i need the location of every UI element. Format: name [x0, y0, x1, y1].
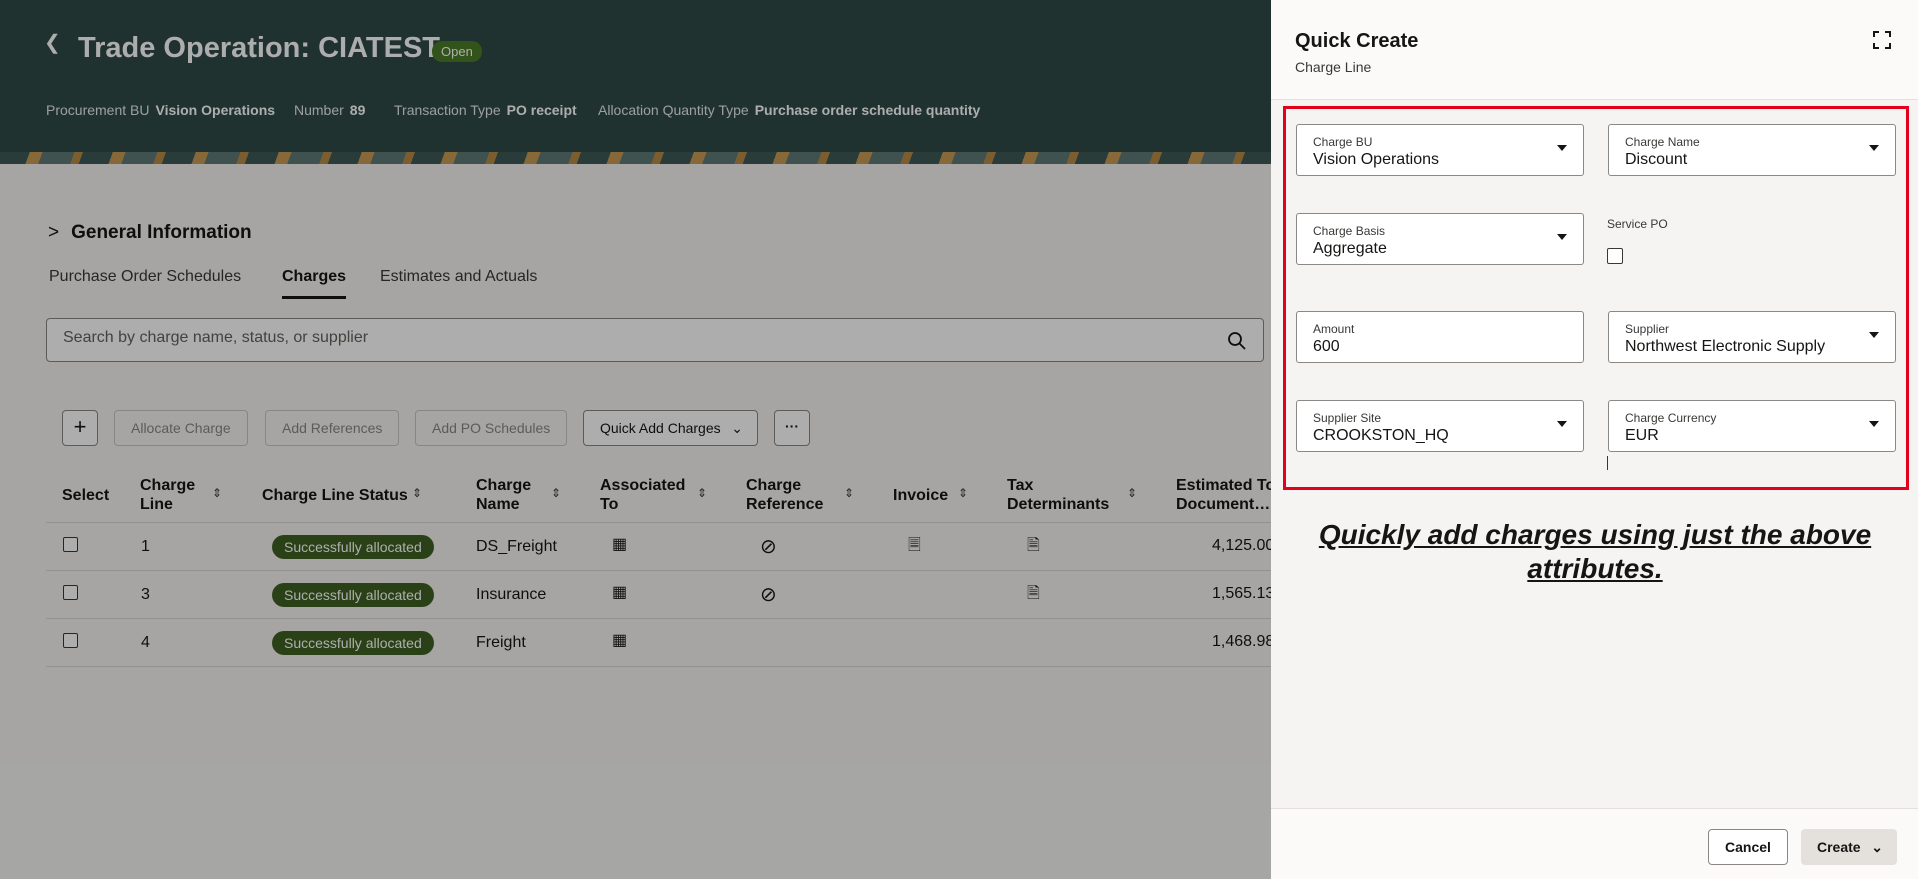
create-label: Create — [1817, 839, 1861, 855]
field-value: CROOKSTON_HQ — [1313, 427, 1449, 444]
main-page: ❮ Trade Operation: CIATEST Open Procurem… — [0, 0, 1271, 879]
field-label: Supplier — [1625, 322, 1670, 336]
cancel-button[interactable]: Cancel — [1708, 829, 1788, 865]
create-button[interactable]: Create ⌄ — [1801, 829, 1897, 865]
dropdown-arrow-icon — [1869, 332, 1879, 338]
quick-create-drawer: Quick Create Charge Line Charge BU Visio… — [1271, 0, 1918, 879]
field-label: Charge Basis — [1313, 224, 1386, 238]
field-label: Supplier Site — [1313, 411, 1382, 425]
field-label: Amount — [1313, 322, 1355, 336]
drawer-header: Quick Create Charge Line — [1271, 0, 1918, 100]
field-value: EUR — [1625, 427, 1659, 444]
drawer-footer: Cancel Create ⌄ — [1271, 808, 1918, 879]
chevron-down-icon: ⌄ — [1871, 839, 1883, 855]
field-label: Charge Name — [1625, 135, 1700, 149]
charge-currency-select[interactable]: Charge Currency EUR — [1608, 400, 1896, 452]
field-label: Charge BU — [1313, 135, 1373, 149]
service-po-checkbox[interactable] — [1607, 248, 1623, 264]
field-value: Aggregate — [1313, 240, 1387, 257]
charge-name-select[interactable]: Charge Name Discount — [1608, 124, 1896, 176]
dropdown-arrow-icon — [1557, 145, 1567, 151]
field-label: Charge Currency — [1625, 411, 1717, 425]
drawer-title: Quick Create — [1295, 30, 1419, 52]
field-value: 600 — [1313, 338, 1340, 355]
field-value: Vision Operations — [1313, 151, 1439, 168]
field-value: Northwest Electronic Supply — [1625, 338, 1826, 355]
text-caret — [1607, 456, 1608, 470]
charge-bu-select[interactable]: Charge BU Vision Operations — [1296, 124, 1584, 176]
dropdown-arrow-icon — [1869, 145, 1879, 151]
service-po-label: Service PO — [1607, 217, 1668, 231]
annotation-note: Quickly add charges using just the above… — [1318, 519, 1872, 584]
supplier-site-select[interactable]: Supplier Site CROOKSTON_HQ — [1296, 400, 1584, 452]
expand-icon[interactable] — [1872, 30, 1892, 50]
field-value: Discount — [1625, 151, 1688, 168]
dropdown-arrow-icon — [1557, 421, 1567, 427]
dropdown-arrow-icon — [1557, 234, 1567, 240]
modal-overlay[interactable] — [0, 0, 1271, 879]
charge-basis-select[interactable]: Charge Basis Aggregate — [1296, 213, 1584, 265]
drawer-subtitle: Charge Line — [1295, 59, 1372, 75]
amount-field[interactable]: Amount 600 — [1296, 311, 1584, 363]
dropdown-arrow-icon — [1869, 421, 1879, 427]
supplier-select[interactable]: Supplier Northwest Electronic Supply — [1608, 311, 1896, 363]
